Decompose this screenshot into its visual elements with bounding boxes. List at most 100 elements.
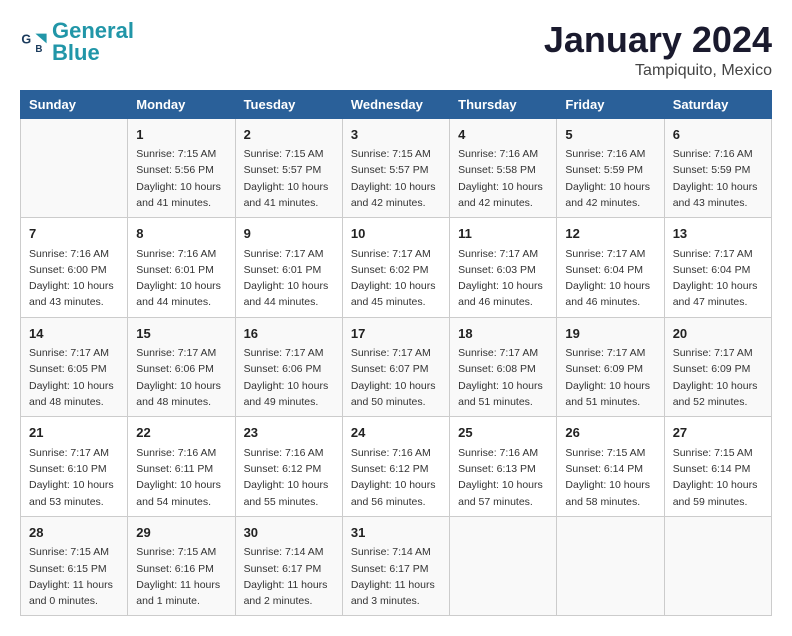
day-info: Sunrise: 7:17 AMSunset: 6:08 PMDaylight:…: [458, 345, 548, 410]
calendar-week-4: 21Sunrise: 7:17 AMSunset: 6:10 PMDayligh…: [21, 417, 772, 517]
calendar-cell: 19Sunrise: 7:17 AMSunset: 6:09 PMDayligh…: [557, 317, 664, 417]
logo-text: General Blue: [52, 20, 134, 64]
day-number: 3: [351, 125, 441, 145]
day-number: 18: [458, 324, 548, 344]
calendar-cell: [21, 118, 128, 218]
calendar-header: Sunday Monday Tuesday Wednesday Thursday…: [21, 90, 772, 118]
day-number: 30: [244, 523, 334, 543]
calendar-cell: 11Sunrise: 7:17 AMSunset: 6:03 PMDayligh…: [450, 218, 557, 318]
day-info: Sunrise: 7:16 AMSunset: 6:13 PMDaylight:…: [458, 445, 548, 510]
day-number: 16: [244, 324, 334, 344]
header-saturday: Saturday: [664, 90, 771, 118]
day-number: 25: [458, 423, 548, 443]
calendar-cell: [450, 516, 557, 616]
calendar-cell: 25Sunrise: 7:16 AMSunset: 6:13 PMDayligh…: [450, 417, 557, 517]
calendar-cell: 22Sunrise: 7:16 AMSunset: 6:11 PMDayligh…: [128, 417, 235, 517]
day-info: Sunrise: 7:15 AMSunset: 6:16 PMDaylight:…: [136, 544, 226, 609]
calendar-cell: 20Sunrise: 7:17 AMSunset: 6:09 PMDayligh…: [664, 317, 771, 417]
day-info: Sunrise: 7:15 AMSunset: 6:15 PMDaylight:…: [29, 544, 119, 609]
day-info: Sunrise: 7:15 AMSunset: 6:14 PMDaylight:…: [673, 445, 763, 510]
logo-icon: G B: [20, 28, 48, 56]
calendar-cell: 28Sunrise: 7:15 AMSunset: 6:15 PMDayligh…: [21, 516, 128, 616]
day-number: 1: [136, 125, 226, 145]
day-number: 14: [29, 324, 119, 344]
calendar-cell: 2Sunrise: 7:15 AMSunset: 5:57 PMDaylight…: [235, 118, 342, 218]
day-number: 15: [136, 324, 226, 344]
calendar-cell: 12Sunrise: 7:17 AMSunset: 6:04 PMDayligh…: [557, 218, 664, 318]
day-number: 8: [136, 224, 226, 244]
day-info: Sunrise: 7:17 AMSunset: 6:02 PMDaylight:…: [351, 246, 441, 311]
logo-blue: Blue: [52, 40, 100, 65]
day-info: Sunrise: 7:17 AMSunset: 6:09 PMDaylight:…: [673, 345, 763, 410]
day-info: Sunrise: 7:16 AMSunset: 5:59 PMDaylight:…: [673, 146, 763, 211]
day-number: 22: [136, 423, 226, 443]
day-info: Sunrise: 7:14 AMSunset: 6:17 PMDaylight:…: [244, 544, 334, 609]
day-number: 31: [351, 523, 441, 543]
day-info: Sunrise: 7:17 AMSunset: 6:04 PMDaylight:…: [565, 246, 655, 311]
day-number: 19: [565, 324, 655, 344]
day-info: Sunrise: 7:16 AMSunset: 5:58 PMDaylight:…: [458, 146, 548, 211]
location: Tampiquito, Mexico: [544, 62, 772, 80]
day-number: 5: [565, 125, 655, 145]
day-number: 9: [244, 224, 334, 244]
calendar-cell: 8Sunrise: 7:16 AMSunset: 6:01 PMDaylight…: [128, 218, 235, 318]
calendar-cell: 9Sunrise: 7:17 AMSunset: 6:01 PMDaylight…: [235, 218, 342, 318]
day-number: 29: [136, 523, 226, 543]
day-info: Sunrise: 7:16 AMSunset: 6:00 PMDaylight:…: [29, 246, 119, 311]
day-number: 20: [673, 324, 763, 344]
day-number: 26: [565, 423, 655, 443]
logo: G B General Blue: [20, 20, 134, 64]
calendar-body: 1Sunrise: 7:15 AMSunset: 5:56 PMDaylight…: [21, 118, 772, 616]
day-number: 7: [29, 224, 119, 244]
calendar-cell: 13Sunrise: 7:17 AMSunset: 6:04 PMDayligh…: [664, 218, 771, 318]
day-info: Sunrise: 7:17 AMSunset: 6:07 PMDaylight:…: [351, 345, 441, 410]
svg-text:B: B: [35, 44, 42, 55]
day-info: Sunrise: 7:17 AMSunset: 6:06 PMDaylight:…: [244, 345, 334, 410]
day-info: Sunrise: 7:15 AMSunset: 5:57 PMDaylight:…: [244, 146, 334, 211]
day-info: Sunrise: 7:16 AMSunset: 6:11 PMDaylight:…: [136, 445, 226, 510]
month-title: January 2024: [544, 20, 772, 60]
day-info: Sunrise: 7:17 AMSunset: 6:10 PMDaylight:…: [29, 445, 119, 510]
calendar-cell: 1Sunrise: 7:15 AMSunset: 5:56 PMDaylight…: [128, 118, 235, 218]
calendar-cell: 27Sunrise: 7:15 AMSunset: 6:14 PMDayligh…: [664, 417, 771, 517]
calendar-cell: 21Sunrise: 7:17 AMSunset: 6:10 PMDayligh…: [21, 417, 128, 517]
calendar-cell: 29Sunrise: 7:15 AMSunset: 6:16 PMDayligh…: [128, 516, 235, 616]
header-friday: Friday: [557, 90, 664, 118]
day-info: Sunrise: 7:17 AMSunset: 6:01 PMDaylight:…: [244, 246, 334, 311]
day-number: 21: [29, 423, 119, 443]
calendar-week-5: 28Sunrise: 7:15 AMSunset: 6:15 PMDayligh…: [21, 516, 772, 616]
day-info: Sunrise: 7:17 AMSunset: 6:09 PMDaylight:…: [565, 345, 655, 410]
day-info: Sunrise: 7:17 AMSunset: 6:03 PMDaylight:…: [458, 246, 548, 311]
title-block: January 2024 Tampiquito, Mexico: [544, 20, 772, 80]
day-info: Sunrise: 7:16 AMSunset: 6:12 PMDaylight:…: [244, 445, 334, 510]
calendar-table: Sunday Monday Tuesday Wednesday Thursday…: [20, 90, 772, 617]
page-header: G B General Blue January 2024 Tampiquito…: [20, 20, 772, 80]
calendar-cell: 4Sunrise: 7:16 AMSunset: 5:58 PMDaylight…: [450, 118, 557, 218]
day-number: 10: [351, 224, 441, 244]
day-number: 4: [458, 125, 548, 145]
day-info: Sunrise: 7:15 AMSunset: 5:56 PMDaylight:…: [136, 146, 226, 211]
calendar-cell: 6Sunrise: 7:16 AMSunset: 5:59 PMDaylight…: [664, 118, 771, 218]
calendar-week-2: 7Sunrise: 7:16 AMSunset: 6:00 PMDaylight…: [21, 218, 772, 318]
calendar-cell: 17Sunrise: 7:17 AMSunset: 6:07 PMDayligh…: [342, 317, 449, 417]
header-monday: Monday: [128, 90, 235, 118]
day-number: 6: [673, 125, 763, 145]
header-wednesday: Wednesday: [342, 90, 449, 118]
calendar-week-3: 14Sunrise: 7:17 AMSunset: 6:05 PMDayligh…: [21, 317, 772, 417]
day-info: Sunrise: 7:14 AMSunset: 6:17 PMDaylight:…: [351, 544, 441, 609]
header-thursday: Thursday: [450, 90, 557, 118]
day-info: Sunrise: 7:17 AMSunset: 6:05 PMDaylight:…: [29, 345, 119, 410]
day-number: 23: [244, 423, 334, 443]
day-number: 27: [673, 423, 763, 443]
header-sunday: Sunday: [21, 90, 128, 118]
day-number: 13: [673, 224, 763, 244]
calendar-cell: 18Sunrise: 7:17 AMSunset: 6:08 PMDayligh…: [450, 317, 557, 417]
calendar-cell: 30Sunrise: 7:14 AMSunset: 6:17 PMDayligh…: [235, 516, 342, 616]
calendar-cell: 14Sunrise: 7:17 AMSunset: 6:05 PMDayligh…: [21, 317, 128, 417]
day-info: Sunrise: 7:16 AMSunset: 6:01 PMDaylight:…: [136, 246, 226, 311]
day-number: 11: [458, 224, 548, 244]
day-number: 24: [351, 423, 441, 443]
day-number: 17: [351, 324, 441, 344]
calendar-cell: 23Sunrise: 7:16 AMSunset: 6:12 PMDayligh…: [235, 417, 342, 517]
calendar-cell: 24Sunrise: 7:16 AMSunset: 6:12 PMDayligh…: [342, 417, 449, 517]
